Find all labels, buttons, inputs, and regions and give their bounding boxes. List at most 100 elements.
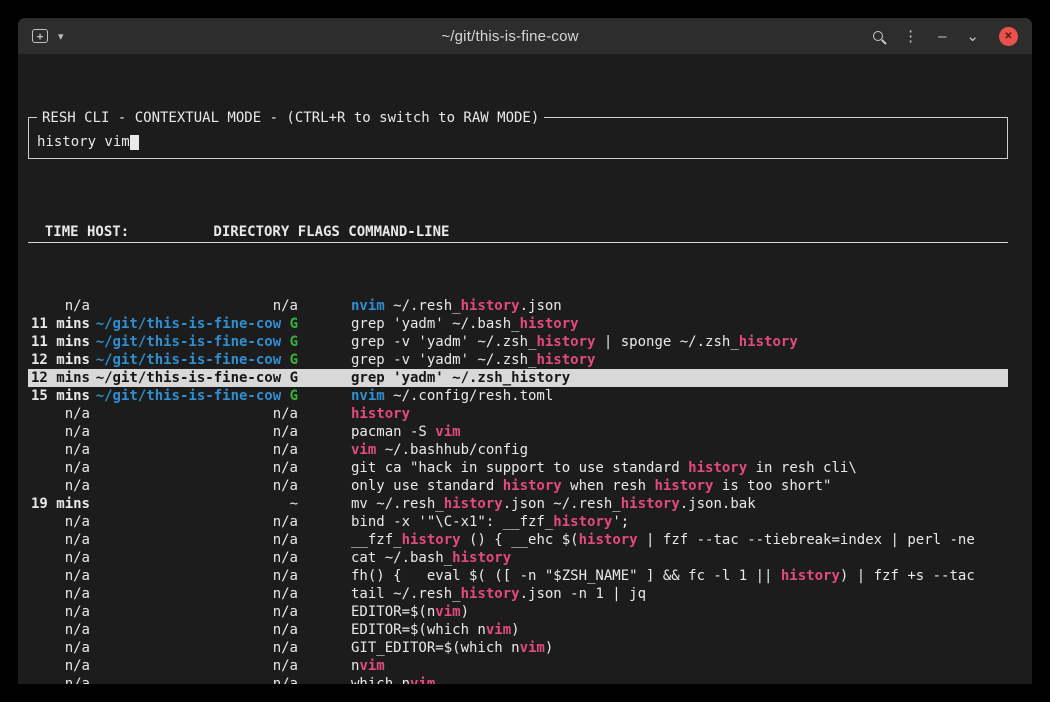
history-row[interactable]: n/an/ahistory bbox=[28, 405, 1008, 423]
search-query-text: history vim bbox=[37, 133, 130, 151]
row-command: grep -v 'yadm' ~/.zsh_history bbox=[351, 351, 595, 369]
row-time: n/a bbox=[28, 639, 90, 657]
menu-button[interactable]: ⋮ bbox=[903, 29, 918, 44]
row-directory: n/a bbox=[90, 423, 298, 441]
row-command: nvim ~/.resh_history.json bbox=[351, 297, 562, 315]
history-row[interactable]: n/an/a pacman -S vim bbox=[28, 423, 1008, 441]
row-time: 11 mins bbox=[28, 315, 90, 333]
row-command: mv ~/.resh_history.json ~/.resh_history.… bbox=[351, 495, 756, 513]
row-directory: n/a bbox=[90, 567, 298, 585]
row-command: __fzf_history () { __ehc $(history | fzf… bbox=[351, 531, 975, 549]
new-tab-button[interactable]: + bbox=[32, 29, 48, 43]
row-time: n/a bbox=[28, 459, 90, 477]
search-input[interactable]: history vim bbox=[37, 133, 139, 151]
row-command: vim ~/.bashhub/config bbox=[351, 441, 528, 459]
search-button[interactable] bbox=[873, 31, 883, 41]
row-directory: n/a bbox=[90, 621, 298, 639]
row-time: 12 mins bbox=[28, 369, 90, 387]
row-command: nvim bbox=[351, 657, 385, 675]
titlebar-right: ⋮ – ⌄ ✕ bbox=[788, 27, 1018, 46]
history-row[interactable]: n/an/a bind -x '"\C-x1": __fzf_history'; bbox=[28, 513, 1008, 531]
row-time: n/a bbox=[28, 297, 90, 315]
row-directory: n/a bbox=[90, 531, 298, 549]
row-time: 11 mins bbox=[28, 333, 90, 351]
row-command: bind -x '"\C-x1": __fzf_history'; bbox=[351, 513, 629, 531]
row-time: 12 mins bbox=[28, 351, 90, 369]
git-flag: G bbox=[281, 370, 298, 386]
row-time: n/a bbox=[28, 675, 90, 684]
history-row[interactable]: 19 mins~ mv ~/.resh_history.json ~/.resh_… bbox=[28, 495, 1008, 513]
row-time: n/a bbox=[28, 621, 90, 639]
row-directory: n/a bbox=[90, 603, 298, 621]
row-time: n/a bbox=[28, 477, 90, 495]
row-command: pacman -S vim bbox=[351, 423, 461, 441]
row-command: only use standard history when resh hist… bbox=[351, 477, 831, 495]
history-row[interactable]: n/an/anvim ~/.resh_history.json bbox=[28, 297, 1008, 315]
row-directory: n/a bbox=[90, 459, 298, 477]
terminal-window: + ▾ ~/git/this-is-fine-cow ⋮ – ⌄ ✕ bbox=[18, 18, 1032, 684]
close-button[interactable]: ✕ bbox=[999, 27, 1018, 46]
row-command: grep 'yadm' ~/.zsh_history bbox=[351, 369, 570, 387]
row-directory: n/a bbox=[90, 405, 298, 423]
history-row[interactable]: n/an/a fh() { eval $( ([ -n "$ZSH_NAME" ]… bbox=[28, 567, 1008, 585]
history-row[interactable]: 12 mins~/git/this-is-fine-cow G grep -v '… bbox=[28, 351, 1008, 369]
history-row[interactable]: n/an/acat ~/.bash_history bbox=[28, 549, 1008, 567]
git-flag: G bbox=[281, 334, 298, 350]
row-directory: ~ bbox=[90, 495, 298, 513]
restore-button[interactable]: ⌄ bbox=[966, 29, 979, 44]
git-flag: G bbox=[281, 352, 298, 368]
row-time: n/a bbox=[28, 513, 90, 531]
table-header: TIME HOST: DIRECTORY FLAGS COMMAND-LINE bbox=[28, 223, 1008, 243]
history-row[interactable]: n/an/atail ~/.resh_history.json -n 1 | j… bbox=[28, 585, 1008, 603]
history-row[interactable]: n/an/awhich nvim bbox=[28, 675, 1008, 684]
resh-mode-label: RESH CLI - CONTEXTUAL MODE - (CTRL+R to … bbox=[37, 109, 544, 127]
row-command: fh() { eval $( ([ -n "$ZSH_NAME" ] && fc… bbox=[351, 567, 975, 585]
row-directory: n/a bbox=[90, 477, 298, 495]
row-command: git ca "hack in support to use standard … bbox=[351, 459, 857, 477]
resh-search-box: RESH CLI - CONTEXTUAL MODE - (CTRL+R to … bbox=[28, 117, 1008, 159]
history-row[interactable]: 15 mins~/git/this-is-fine-cow Gnvim ~/.c… bbox=[28, 387, 1008, 405]
minimize-icon: – bbox=[938, 29, 946, 44]
row-directory: n/a bbox=[90, 513, 298, 531]
history-row[interactable]: n/an/a __fzf_history () { __ehc $(history… bbox=[28, 531, 1008, 549]
history-row[interactable]: 11 mins~/git/this-is-fine-cow G grep -v '… bbox=[28, 333, 1008, 351]
minimize-button[interactable]: – bbox=[938, 29, 946, 44]
row-time: n/a bbox=[28, 567, 90, 585]
row-command: tail ~/.resh_history.json -n 1 | jq bbox=[351, 585, 646, 603]
row-command: grep 'yadm' ~/.bash_history bbox=[351, 315, 579, 333]
new-tab-icon: + bbox=[32, 29, 48, 43]
titlebar-left: + ▾ bbox=[32, 29, 232, 43]
row-time: n/a bbox=[28, 405, 90, 423]
row-directory: n/a bbox=[90, 639, 298, 657]
row-command: nvim ~/.config/resh.toml bbox=[351, 387, 553, 405]
row-time: n/a bbox=[28, 441, 90, 459]
row-time: n/a bbox=[28, 549, 90, 567]
search-icon bbox=[873, 31, 883, 41]
git-flag: G bbox=[281, 316, 298, 332]
history-row[interactable]: n/an/a EDITOR=$(which nvim) bbox=[28, 621, 1008, 639]
row-command: GIT_EDITOR=$(which nvim) bbox=[351, 639, 553, 657]
row-directory: ~/git/this-is-fine-cow G bbox=[90, 333, 298, 351]
history-row[interactable]: n/an/anvim bbox=[28, 657, 1008, 675]
history-row[interactable]: n/an/aEDITOR=$(nvim) bbox=[28, 603, 1008, 621]
history-row[interactable]: n/an/a git ca "hack in support to use sta… bbox=[28, 459, 1008, 477]
row-directory: ~/git/this-is-fine-cow G bbox=[90, 315, 298, 333]
row-directory: ~/git/this-is-fine-cow G bbox=[90, 351, 298, 369]
row-directory: ~/git/this-is-fine-cow G bbox=[90, 369, 298, 387]
row-command: EDITOR=$(which nvim) bbox=[351, 621, 520, 639]
tab-dropdown-button[interactable]: ▾ bbox=[58, 30, 64, 43]
history-row[interactable]: n/an/a GIT_EDITOR=$(which nvim) bbox=[28, 639, 1008, 657]
row-time: n/a bbox=[28, 531, 90, 549]
close-icon: ✕ bbox=[999, 27, 1018, 46]
row-time: n/a bbox=[28, 585, 90, 603]
history-row-selected[interactable]: 12 mins~/git/this-is-fine-cow G grep 'yad… bbox=[28, 369, 1008, 387]
row-time: 19 mins bbox=[28, 495, 90, 513]
row-command: grep -v 'yadm' ~/.zsh_history | sponge ~… bbox=[351, 333, 798, 351]
row-command: EDITOR=$(nvim) bbox=[351, 603, 469, 621]
row-directory: n/a bbox=[90, 441, 298, 459]
history-row[interactable]: 11 mins~/git/this-is-fine-cow G grep 'yad… bbox=[28, 315, 1008, 333]
history-row[interactable]: n/an/a vim ~/.bashhub/config bbox=[28, 441, 1008, 459]
row-time: n/a bbox=[28, 423, 90, 441]
history-row[interactable]: n/an/a only use standard history when res… bbox=[28, 477, 1008, 495]
window-title: ~/git/this-is-fine-cow bbox=[232, 28, 788, 45]
